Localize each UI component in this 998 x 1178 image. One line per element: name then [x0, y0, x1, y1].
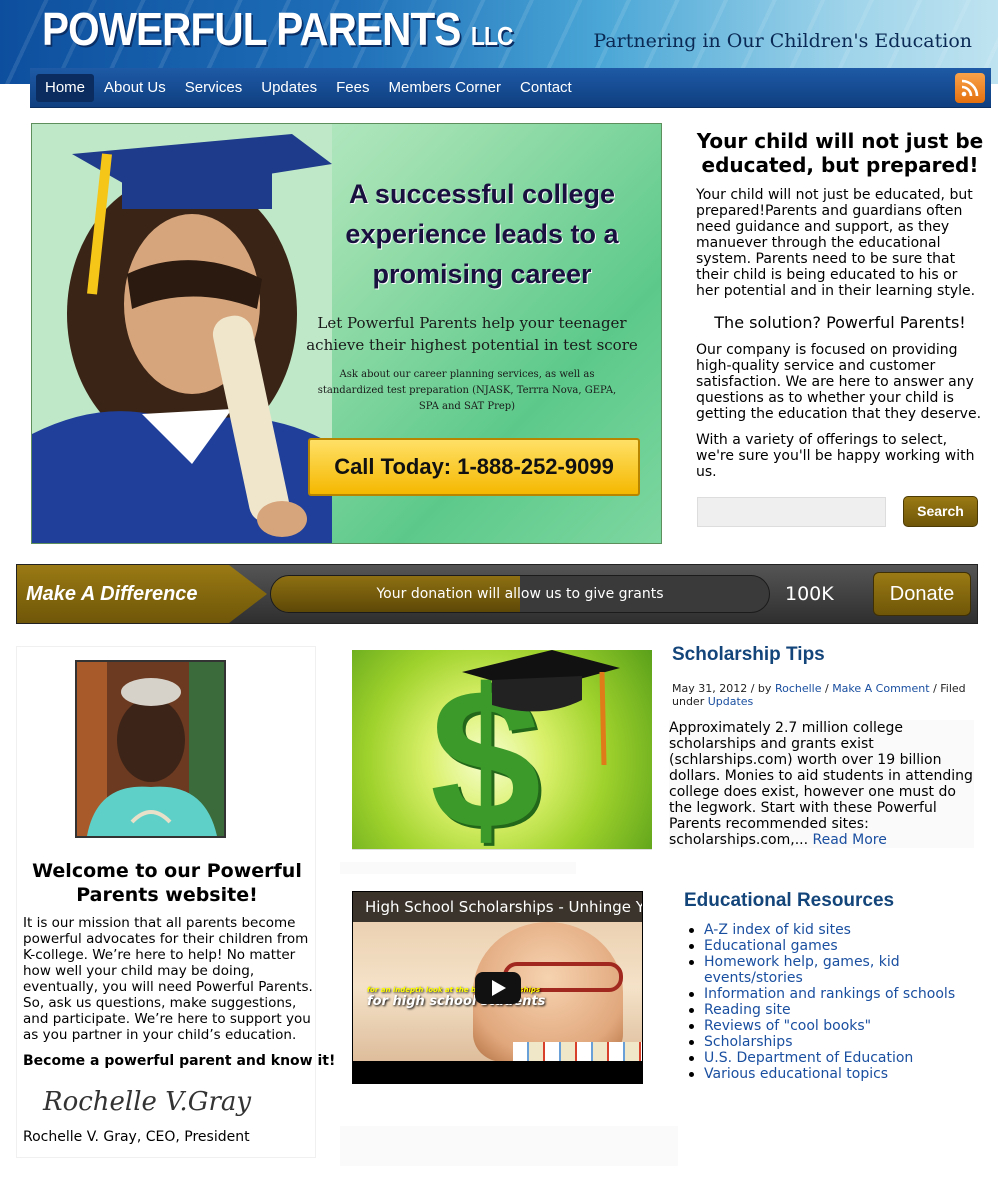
resource-link[interactable]: Reading site — [686, 1002, 976, 1018]
column-divider — [340, 1126, 678, 1166]
nav-item-about-us[interactable]: About Us — [95, 74, 175, 102]
donation-goal: 100K — [785, 583, 834, 605]
post-excerpt: Approximately 2.7 million college schola… — [669, 720, 973, 848]
resource-link[interactable]: Educational games — [686, 938, 976, 954]
intro-title: Your child will not just be educated, bu… — [696, 129, 984, 177]
resources-list: A-Z index of kid sites Educational games… — [686, 922, 976, 1082]
intro-section: Your child will not just be educated, bu… — [690, 123, 990, 480]
logo-suffix: LLC — [470, 21, 514, 51]
avatar — [75, 660, 226, 838]
resource-link[interactable]: Homework help, games, kid events/stories — [686, 954, 976, 986]
donate-button[interactable]: Donate — [873, 572, 971, 616]
intro-paragraph: Our company is focused on providing high… — [696, 342, 982, 422]
hero-services-text: Ask about our career planning services, … — [317, 369, 617, 412]
post-meta: May 31, 2012 / by Rochelle / Make A Comm… — [672, 682, 977, 708]
play-icon[interactable] — [475, 972, 521, 1004]
search-input[interactable] — [697, 497, 886, 527]
page: POWERFUL PARENTS LLC Partnering in Our C… — [0, 0, 998, 1178]
intro-paragraph: With a variety of offerings to select, w… — [696, 432, 975, 480]
hero-headline: A successful college experience leads to… — [345, 179, 619, 289]
welcome-title: Welcome to our Powerful Parents website! — [32, 860, 302, 906]
rss-icon[interactable] — [955, 73, 985, 103]
intro-paragraph: Your child will not just be educated, bu… — [696, 187, 976, 299]
scholarship-image[interactable]: $ — [352, 650, 652, 850]
column-divider — [340, 862, 576, 874]
ceo-name: Rochelle V. Gray, CEO, President — [23, 1129, 250, 1145]
welcome-section: Welcome to our Powerful Parents website!… — [16, 646, 335, 1158]
nav-item-updates[interactable]: Updates — [252, 74, 326, 102]
video-controls — [353, 1061, 642, 1083]
hero-banner[interactable]: A successful college experience leads to… — [31, 123, 662, 544]
resource-link[interactable]: Information and rankings of schools — [686, 986, 976, 1002]
nav-item-members-corner[interactable]: Members Corner — [379, 74, 510, 102]
make-a-difference-label: Make A Difference — [17, 565, 267, 623]
post-body: Approximately 2.7 million college schola… — [669, 720, 974, 848]
resource-link[interactable]: Reviews of "cool books" — [686, 1018, 976, 1034]
post-meta-separator: / — [821, 682, 833, 695]
post-author-link[interactable]: Rochelle — [775, 682, 822, 695]
post-meta-separator: / by — [747, 682, 775, 695]
welcome-body: It is our mission that all parents becom… — [23, 915, 313, 1043]
blog-post: Scholarship Tips May 31, 2012 / by Roche… — [668, 640, 978, 858]
graduation-cap-icon — [462, 650, 620, 766]
main-nav: Home About Us Services Updates Fees Memb… — [30, 68, 991, 108]
post-title[interactable]: Scholarship Tips — [672, 644, 825, 666]
resource-link[interactable]: U.S. Department of Education — [686, 1050, 976, 1066]
welcome-tagline: Become a powerful parent and know it! — [23, 1053, 336, 1069]
post-date: May 31, 2012 — [672, 682, 748, 695]
search-button[interactable]: Search — [903, 496, 978, 527]
educational-resources: Educational Resources A-Z index of kid s… — [676, 884, 976, 1104]
nav-item-fees[interactable]: Fees — [327, 74, 378, 102]
post-category-link[interactable]: Updates — [708, 695, 754, 708]
nav-item-services[interactable]: Services — [176, 74, 252, 102]
ceo-photo — [77, 662, 224, 836]
call-today-button[interactable]: Call Today: 1-888-252-9099 — [308, 438, 640, 496]
site-logo[interactable]: POWERFUL PARENTS LLC — [42, 2, 514, 56]
resource-link[interactable]: A-Z index of kid sites — [686, 922, 976, 938]
donation-progress-text: Your donation will allow us to give gran… — [376, 586, 664, 602]
video-player[interactable]: for an indepth look at the best scholars… — [352, 891, 643, 1084]
read-more-link[interactable]: Read More — [813, 832, 887, 848]
hero-subhead: Let Powerful Parents help your teenager … — [306, 314, 638, 354]
signature: Rochelle V.Gray — [43, 1087, 252, 1117]
nav-item-contact[interactable]: Contact — [511, 74, 581, 102]
resource-link[interactable]: Scholarships — [686, 1034, 976, 1050]
logo-text: POWERFUL PARENTS — [42, 3, 461, 55]
resource-link[interactable]: Various educational topics — [686, 1066, 976, 1082]
intro-solution: The solution? Powerful Parents! — [714, 313, 966, 332]
nav-item-home[interactable]: Home — [36, 74, 95, 102]
donation-progress-bar: Your donation will allow us to give gran… — [270, 575, 770, 613]
site-tagline: Partnering in Our Children's Education — [593, 30, 972, 52]
resources-title: Educational Resources — [684, 890, 895, 911]
donation-bar: Make A Difference Your donation will all… — [16, 564, 978, 624]
video-title[interactable]: High School Scholarships - Unhinge Y — [353, 892, 642, 922]
make-a-comment-link[interactable]: Make A Comment — [832, 682, 929, 695]
